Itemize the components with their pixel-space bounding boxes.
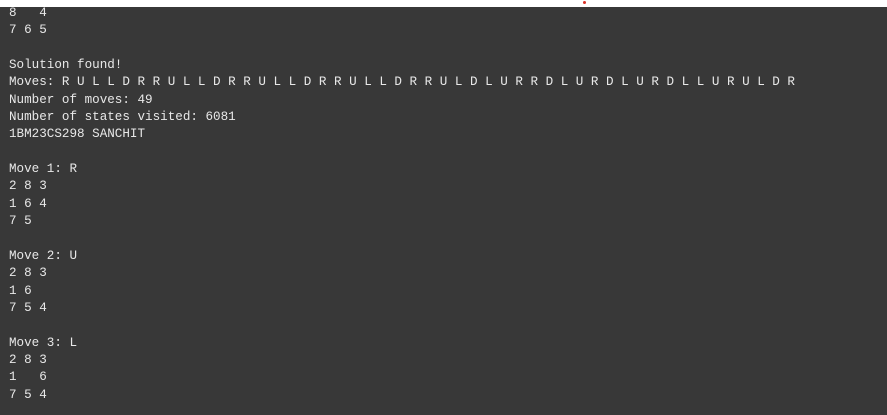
status-dot — [583, 1, 586, 4]
output-line: 2 8 3 — [9, 266, 47, 281]
output-line: 7 5 — [9, 214, 32, 229]
output-line: Move 2: U — [9, 248, 78, 263]
output-line: Solution found! — [9, 58, 123, 73]
output-line: 2 8 3 — [9, 352, 47, 367]
output-line: 7 6 5 — [9, 23, 47, 38]
output-line: 7 5 4 — [9, 387, 47, 402]
output-line: 8 4 — [9, 7, 47, 20]
top-strip — [0, 0, 887, 7]
output-line: Number of states visited: 6081 — [9, 110, 236, 125]
output-line: Moves: R U L L D R R U L L D R R U L L D… — [9, 75, 795, 90]
output-line: 1 6 4 — [9, 196, 47, 211]
output-line: 1BM23CS298 SANCHIT — [9, 127, 146, 142]
cell-output-area: 8 4 7 6 5 Solution found! Moves: R U L L D … — [0, 7, 887, 415]
output-line: 2 8 3 — [9, 179, 47, 194]
output-line: 1 6 — [9, 370, 47, 385]
output-line: 1 6 — [9, 283, 32, 298]
output-line: Move 1: R — [9, 162, 78, 177]
output-line: 7 5 4 — [9, 300, 47, 315]
output-text: 8 4 7 6 5 Solution found! Moves: R U L L D … — [9, 7, 795, 404]
output-line: Move 3: L — [9, 335, 78, 350]
output-line: Number of moves: 49 — [9, 92, 153, 107]
